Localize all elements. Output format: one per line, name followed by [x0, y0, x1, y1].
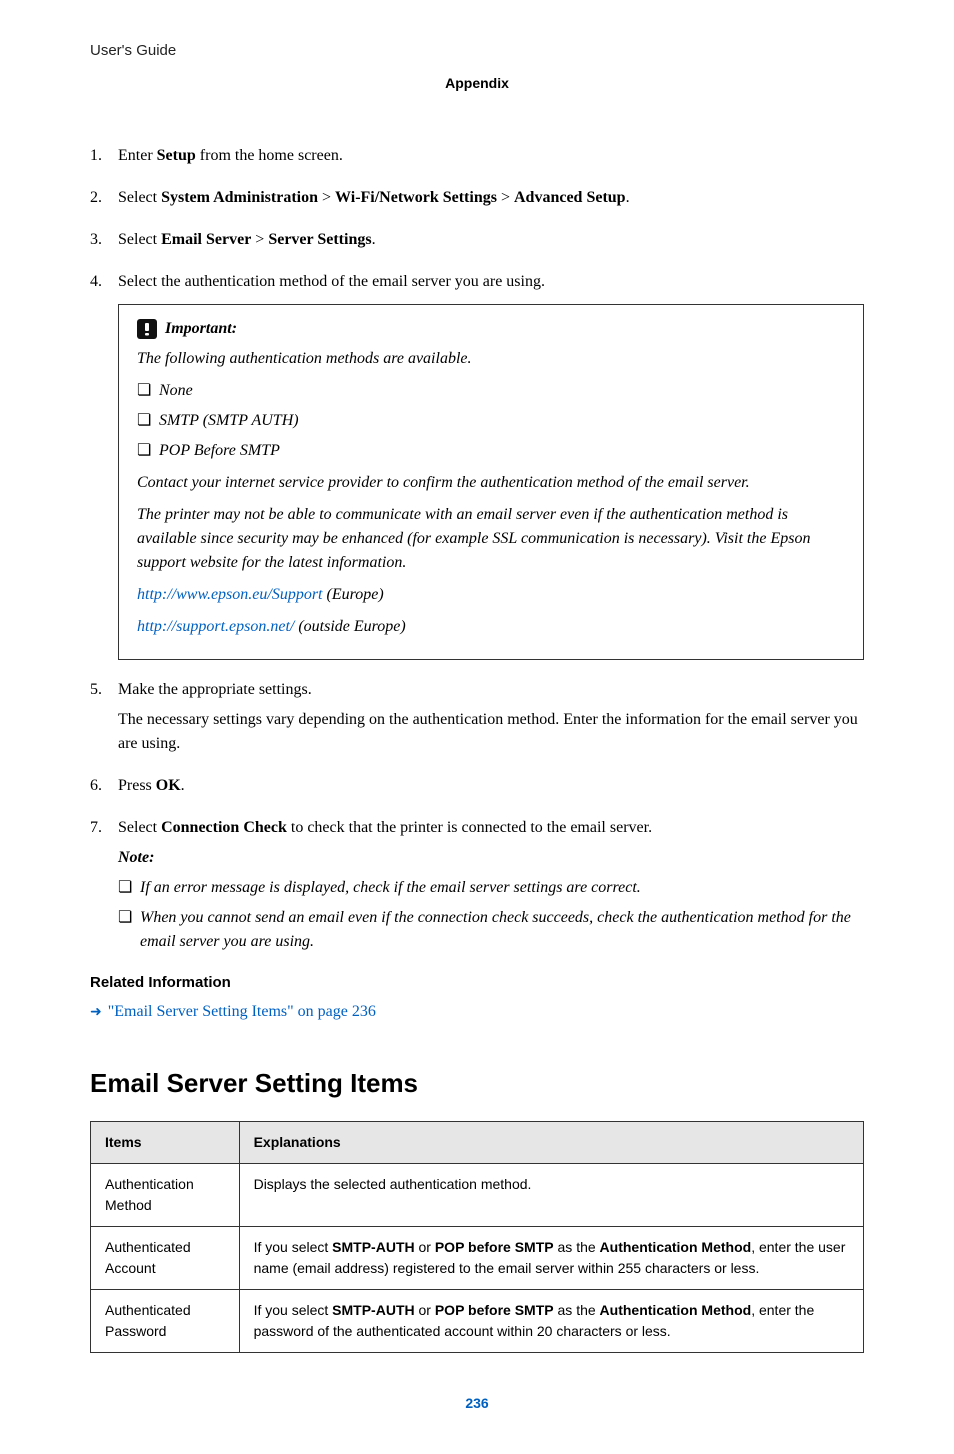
- r2p2: or: [415, 1302, 435, 1318]
- step-3-prefix: Select: [118, 231, 161, 248]
- step-3-b2: Server Settings: [268, 231, 371, 248]
- r1p3: as the: [554, 1239, 600, 1255]
- r2b2: POP before SMTP: [435, 1302, 554, 1318]
- important-contact: Contact your internet service provider t…: [137, 471, 845, 495]
- related-heading: Related Information: [90, 972, 864, 995]
- step-2-b1: System Administration: [161, 189, 318, 206]
- important-head: Important:: [137, 317, 845, 341]
- step-5-main: Make the appropriate settings.: [118, 681, 312, 698]
- important-link1-suffix: (Europe): [322, 586, 383, 603]
- important-label: Important:: [165, 317, 237, 341]
- step-4-text: Select the authentication method of the …: [118, 273, 545, 290]
- settings-table: Items Explanations Authentication Method…: [90, 1121, 864, 1353]
- method-none: None: [137, 379, 845, 403]
- step-6-prefix: Press: [118, 777, 156, 794]
- cell-item-2: Authenticated Password: [91, 1290, 240, 1353]
- steps-list: Enter Setup from the home screen. Select…: [90, 144, 864, 954]
- page-number: 236: [90, 1393, 864, 1414]
- step-4: Select the authentication method of the …: [90, 270, 864, 660]
- note-1: If an error message is displayed, check …: [118, 876, 864, 900]
- table-row: Authentication Method Displays the selec…: [91, 1164, 864, 1227]
- step-6-bold: OK: [156, 777, 181, 794]
- step-7: Select Connection Check to check that th…: [90, 816, 864, 954]
- important-link1-row: http://www.epson.eu/Support (Europe): [137, 583, 845, 607]
- r2b3: Authentication Method: [600, 1302, 752, 1318]
- r1b3: Authentication Method: [600, 1239, 752, 1255]
- table-row: Authenticated Password If you select SMT…: [91, 1290, 864, 1353]
- step-2-suffix: .: [626, 189, 630, 206]
- step-3-b1: Email Server: [161, 231, 251, 248]
- important-intro: The following authentication methods are…: [137, 347, 845, 371]
- step-2-s2: >: [497, 189, 514, 206]
- method-smtp: SMTP (SMTP AUTH): [137, 409, 845, 433]
- r1p2: or: [415, 1239, 435, 1255]
- important-link2-row: http://support.epson.net/ (outside Europ…: [137, 615, 845, 639]
- r2b1: SMTP-AUTH: [332, 1302, 414, 1318]
- section-title: Email Server Setting Items: [90, 1064, 864, 1103]
- cell-item-1: Authenticated Account: [91, 1227, 240, 1290]
- step-7-suffix: to check that the printer is connected t…: [287, 819, 652, 836]
- step-7-prefix: Select: [118, 819, 161, 836]
- important-link2[interactable]: http://support.epson.net/: [137, 618, 294, 635]
- step-5: Make the appropriate settings. The neces…: [90, 678, 864, 756]
- step-2-b3: Advanced Setup: [514, 189, 626, 206]
- important-link1[interactable]: http://www.epson.eu/Support: [137, 586, 322, 603]
- table-header-row: Items Explanations: [91, 1122, 864, 1164]
- method-pop: POP Before SMTP: [137, 439, 845, 463]
- th-items: Items: [91, 1122, 240, 1164]
- note-2: When you cannot send an email even if th…: [118, 906, 864, 954]
- r2p1: If you select: [254, 1302, 333, 1318]
- cell-expl-2: If you select SMTP-AUTH or POP before SM…: [239, 1290, 863, 1353]
- r1b2: POP before SMTP: [435, 1239, 554, 1255]
- step-6-suffix: .: [181, 777, 185, 794]
- step-2-prefix: Select: [118, 189, 161, 206]
- related-link[interactable]: "Email Server Setting Items" on page 236: [108, 1000, 376, 1024]
- r2p3: as the: [554, 1302, 600, 1318]
- step-2-s1: >: [318, 189, 335, 206]
- step-2-b2: Wi-Fi/Network Settings: [335, 189, 497, 206]
- related-link-row: ➜ "Email Server Setting Items" on page 2…: [90, 1000, 864, 1024]
- table-row: Authenticated Account If you select SMTP…: [91, 1227, 864, 1290]
- important-warning: The printer may not be able to communica…: [137, 503, 845, 575]
- th-explanations: Explanations: [239, 1122, 863, 1164]
- step-3-s1: >: [251, 231, 268, 248]
- cell-item-0: Authentication Method: [91, 1164, 240, 1227]
- important-icon: [137, 319, 157, 339]
- arrow-icon: ➜: [90, 1002, 102, 1023]
- note-list: If an error message is displayed, check …: [118, 876, 864, 954]
- cell-expl-0: Displays the selected authentication met…: [239, 1164, 863, 1227]
- step-6: Press OK.: [90, 774, 864, 798]
- step-1: Enter Setup from the home screen.: [90, 144, 864, 168]
- cell-expl-1: If you select SMTP-AUTH or POP before SM…: [239, 1227, 863, 1290]
- note-label: Note:: [118, 849, 154, 866]
- important-methods: None SMTP (SMTP AUTH) POP Before SMTP: [137, 379, 845, 463]
- step-2: Select System Administration > Wi-Fi/Net…: [90, 186, 864, 210]
- header-left: User's Guide: [90, 40, 864, 63]
- step-1-prefix: Enter: [118, 147, 157, 164]
- step-3: Select Email Server > Server Settings.: [90, 228, 864, 252]
- header-center: Appendix: [90, 73, 864, 94]
- important-box: Important: The following authentication …: [118, 304, 864, 660]
- step-7-bold: Connection Check: [161, 819, 287, 836]
- step-5-sub: The necessary settings vary depending on…: [118, 708, 864, 756]
- important-link2-suffix: (outside Europe): [294, 618, 405, 635]
- r1p1: If you select: [254, 1239, 333, 1255]
- r1b1: SMTP-AUTH: [332, 1239, 414, 1255]
- step-3-suffix: .: [372, 231, 376, 248]
- step-1-suffix: from the home screen.: [196, 147, 343, 164]
- step-1-bold: Setup: [157, 147, 196, 164]
